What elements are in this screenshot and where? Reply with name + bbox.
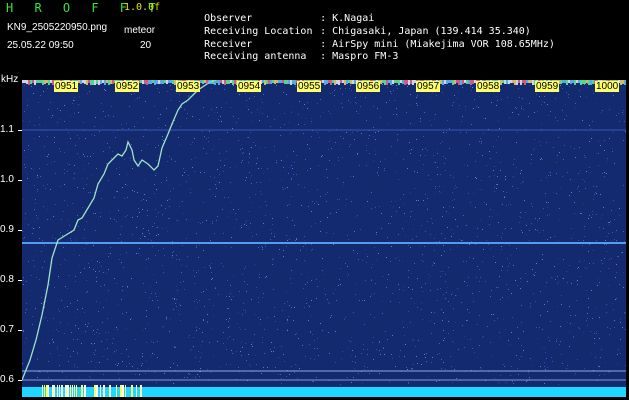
meteor-trace xyxy=(22,80,217,381)
header-panel: H R O F F T 1.0.0f KN9_2505220950.png me… xyxy=(0,0,629,78)
mode-label: meteor xyxy=(124,25,156,36)
meta-key: Receiving antenna xyxy=(204,51,307,62)
time-label: 0957 xyxy=(416,81,441,92)
datetime-label: 25.05.22 09:50 xyxy=(7,40,74,51)
unit-label: kHz xyxy=(1,74,19,85)
meta-value: : Maspro FM-3 xyxy=(320,51,399,62)
filename-label: KN9_2505220950.png xyxy=(7,22,108,33)
time-label: 0956 xyxy=(356,81,381,92)
time-label: 0955 xyxy=(297,81,322,92)
y-label: 1.0 xyxy=(0,174,14,185)
y-label: 0.6 xyxy=(0,374,14,385)
time-label: 0959 xyxy=(535,81,560,92)
noise-field xyxy=(22,80,626,385)
meta-antenna: Receiving antenna : Maspro FM-3 xyxy=(180,40,398,73)
time-label: 1000 xyxy=(595,81,620,92)
time-label: 0951 xyxy=(54,81,79,92)
y-label: 1.1 xyxy=(0,124,14,135)
time-label: 0958 xyxy=(476,81,501,92)
scale-label: 20 xyxy=(140,40,152,51)
y-label: 0.7 xyxy=(0,324,14,335)
spectrogram xyxy=(22,80,626,397)
time-label: 0954 xyxy=(237,81,262,92)
y-label: 0.9 xyxy=(0,224,14,235)
version-label: 1.0.0f xyxy=(124,2,161,13)
time-label: 0952 xyxy=(115,81,140,92)
time-label: 0953 xyxy=(176,81,201,92)
spectrogram-canvas xyxy=(22,80,626,397)
bottom-noise-band xyxy=(22,387,626,397)
y-label: 0.8 xyxy=(0,274,14,285)
